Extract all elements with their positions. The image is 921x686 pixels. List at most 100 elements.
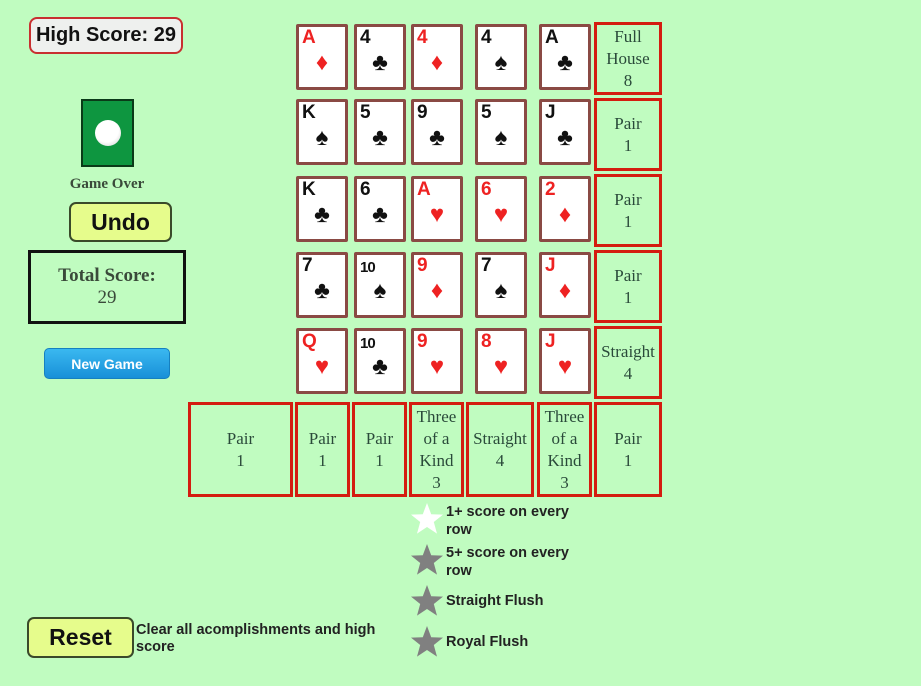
column-score-cell: Three of a Kind 3 <box>409 402 464 497</box>
playing-card[interactable]: 10 ♣ <box>354 328 406 394</box>
card-suit-icon: ♣ <box>314 277 330 304</box>
hand-points: 1 <box>236 450 245 470</box>
column-score-cell: Three of a Kind 3 <box>537 402 592 497</box>
card-suit-icon: ♠ <box>494 277 508 304</box>
card-suit-icon: ♥ <box>429 201 445 228</box>
playing-card[interactable]: 4 ♣ <box>354 24 406 90</box>
achievement-item: 5+ score on every row <box>410 543 596 580</box>
hand-points: 3 <box>560 472 569 492</box>
playing-card[interactable]: 7 ♠ <box>475 252 527 318</box>
reset-button[interactable]: Reset <box>27 617 134 658</box>
hand-name: Full House <box>606 26 650 68</box>
card-suit-icon: ♦ <box>558 201 572 228</box>
card-suit-icon: ♣ <box>372 353 388 380</box>
playing-card[interactable]: 10 ♠ <box>354 252 406 318</box>
playing-card[interactable]: K ♣ <box>296 176 348 242</box>
hand-points: 1 <box>318 450 327 470</box>
playing-card[interactable]: 7 ♣ <box>296 252 348 318</box>
playing-card[interactable]: 8 ♥ <box>475 328 527 394</box>
playing-card[interactable]: 4 ♦ <box>411 24 463 90</box>
playing-card[interactable]: 2 ♦ <box>539 176 591 242</box>
playing-card[interactable]: J ♥ <box>539 328 591 394</box>
star-icon <box>411 544 443 575</box>
playing-card[interactable]: 4 ♠ <box>475 24 527 90</box>
star-icon <box>411 503 443 534</box>
card-rank: 4 <box>417 27 428 48</box>
achievement-item: 1+ score on every row <box>410 502 596 539</box>
card-suit-icon: ♥ <box>493 353 509 380</box>
diagonal-score-cell: Pair 1 <box>594 402 662 497</box>
card-suit-icon: ♥ <box>557 353 573 380</box>
hand-points: 1 <box>623 450 633 470</box>
card-rank: 9 <box>417 331 428 352</box>
playing-card[interactable]: Q ♥ <box>296 328 348 394</box>
card-suit-icon: ♣ <box>557 124 573 151</box>
card-rank: K <box>302 179 316 200</box>
card-suit-icon: ♦ <box>430 277 444 304</box>
playing-card[interactable]: 9 ♦ <box>411 252 463 318</box>
playing-card[interactable]: K ♠ <box>296 99 348 165</box>
card-suit-icon: ♣ <box>429 124 445 151</box>
card-suit-icon: ♣ <box>314 201 330 228</box>
undo-button[interactable]: Undo <box>69 202 172 242</box>
card-rank: J <box>545 255 556 276</box>
hand-points: 1 <box>623 135 633 155</box>
new-game-button[interactable]: New Game <box>44 348 170 379</box>
playing-card[interactable]: 6 ♥ <box>475 176 527 242</box>
card-rank: 10 <box>360 259 376 276</box>
card-rank: A <box>417 179 431 200</box>
hand-points: 4 <box>623 363 633 383</box>
deck-ball-icon <box>94 120 121 146</box>
reset-description: Clear all acomplishments and high score <box>136 622 376 655</box>
card-rank: J <box>545 102 556 123</box>
card-rank: J <box>545 331 556 352</box>
playing-card[interactable]: 6 ♣ <box>354 176 406 242</box>
card-suit-icon: ♦ <box>430 49 444 76</box>
hand-name: Pair <box>614 428 642 448</box>
game-status: Game Over <box>69 176 145 192</box>
card-suit-icon: ♣ <box>372 201 388 228</box>
row-score-cell: Pair 1 <box>594 250 662 323</box>
card-suit-icon: ♣ <box>557 49 573 76</box>
star-icon <box>411 626 443 657</box>
hand-points: 1 <box>375 450 384 470</box>
card-rank: 5 <box>360 102 371 123</box>
card-suit-icon: ♥ <box>429 353 445 380</box>
playing-card[interactable]: A ♥ <box>411 176 463 242</box>
card-suit-icon: ♦ <box>558 277 572 304</box>
achievement-label: 5+ score on every row <box>446 545 569 579</box>
total-score-value: 29 <box>97 287 117 308</box>
card-rank: 9 <box>417 255 428 276</box>
row-score-cell: Pair 1 <box>594 98 662 171</box>
playing-card[interactable]: 5 ♣ <box>354 99 406 165</box>
playing-card[interactable]: 5 ♠ <box>475 99 527 165</box>
row-score-cell: Full House 8 <box>594 22 662 95</box>
row-score-cell: Straight 4 <box>594 326 662 399</box>
hand-points: 3 <box>432 472 441 492</box>
card-rank: 10 <box>360 335 376 352</box>
playing-card[interactable]: 9 ♥ <box>411 328 463 394</box>
card-rank: 4 <box>481 27 492 48</box>
card-suit-icon: ♠ <box>494 124 508 151</box>
hand-name: Three of a Kind <box>544 406 585 470</box>
hand-name: Pair <box>365 428 394 448</box>
playing-card[interactable]: J ♣ <box>539 99 591 165</box>
card-rank: K <box>302 102 316 123</box>
column-score-cell: Straight 4 <box>466 402 534 497</box>
playing-card[interactable]: A ♣ <box>539 24 591 90</box>
achievement-item: Royal Flush <box>410 625 596 659</box>
card-rank: Q <box>302 331 317 352</box>
playing-card[interactable]: J ♦ <box>539 252 591 318</box>
hand-points: 1 <box>623 211 633 231</box>
hand-name: Pair <box>614 113 642 133</box>
column-score-cell: Pair 1 <box>295 402 350 497</box>
hand-name: Pair <box>226 428 255 448</box>
playing-card[interactable]: A ♦ <box>296 24 348 90</box>
total-score-label: Total Score: <box>58 265 156 286</box>
card-suit-icon: ♠ <box>494 49 508 76</box>
card-rank: 9 <box>417 102 428 123</box>
playing-card[interactable]: 9 ♣ <box>411 99 463 165</box>
hand-points: 1 <box>623 287 633 307</box>
total-score-box: Total Score: 29 <box>28 250 186 324</box>
achievement-item: Straight Flush <box>410 584 596 618</box>
